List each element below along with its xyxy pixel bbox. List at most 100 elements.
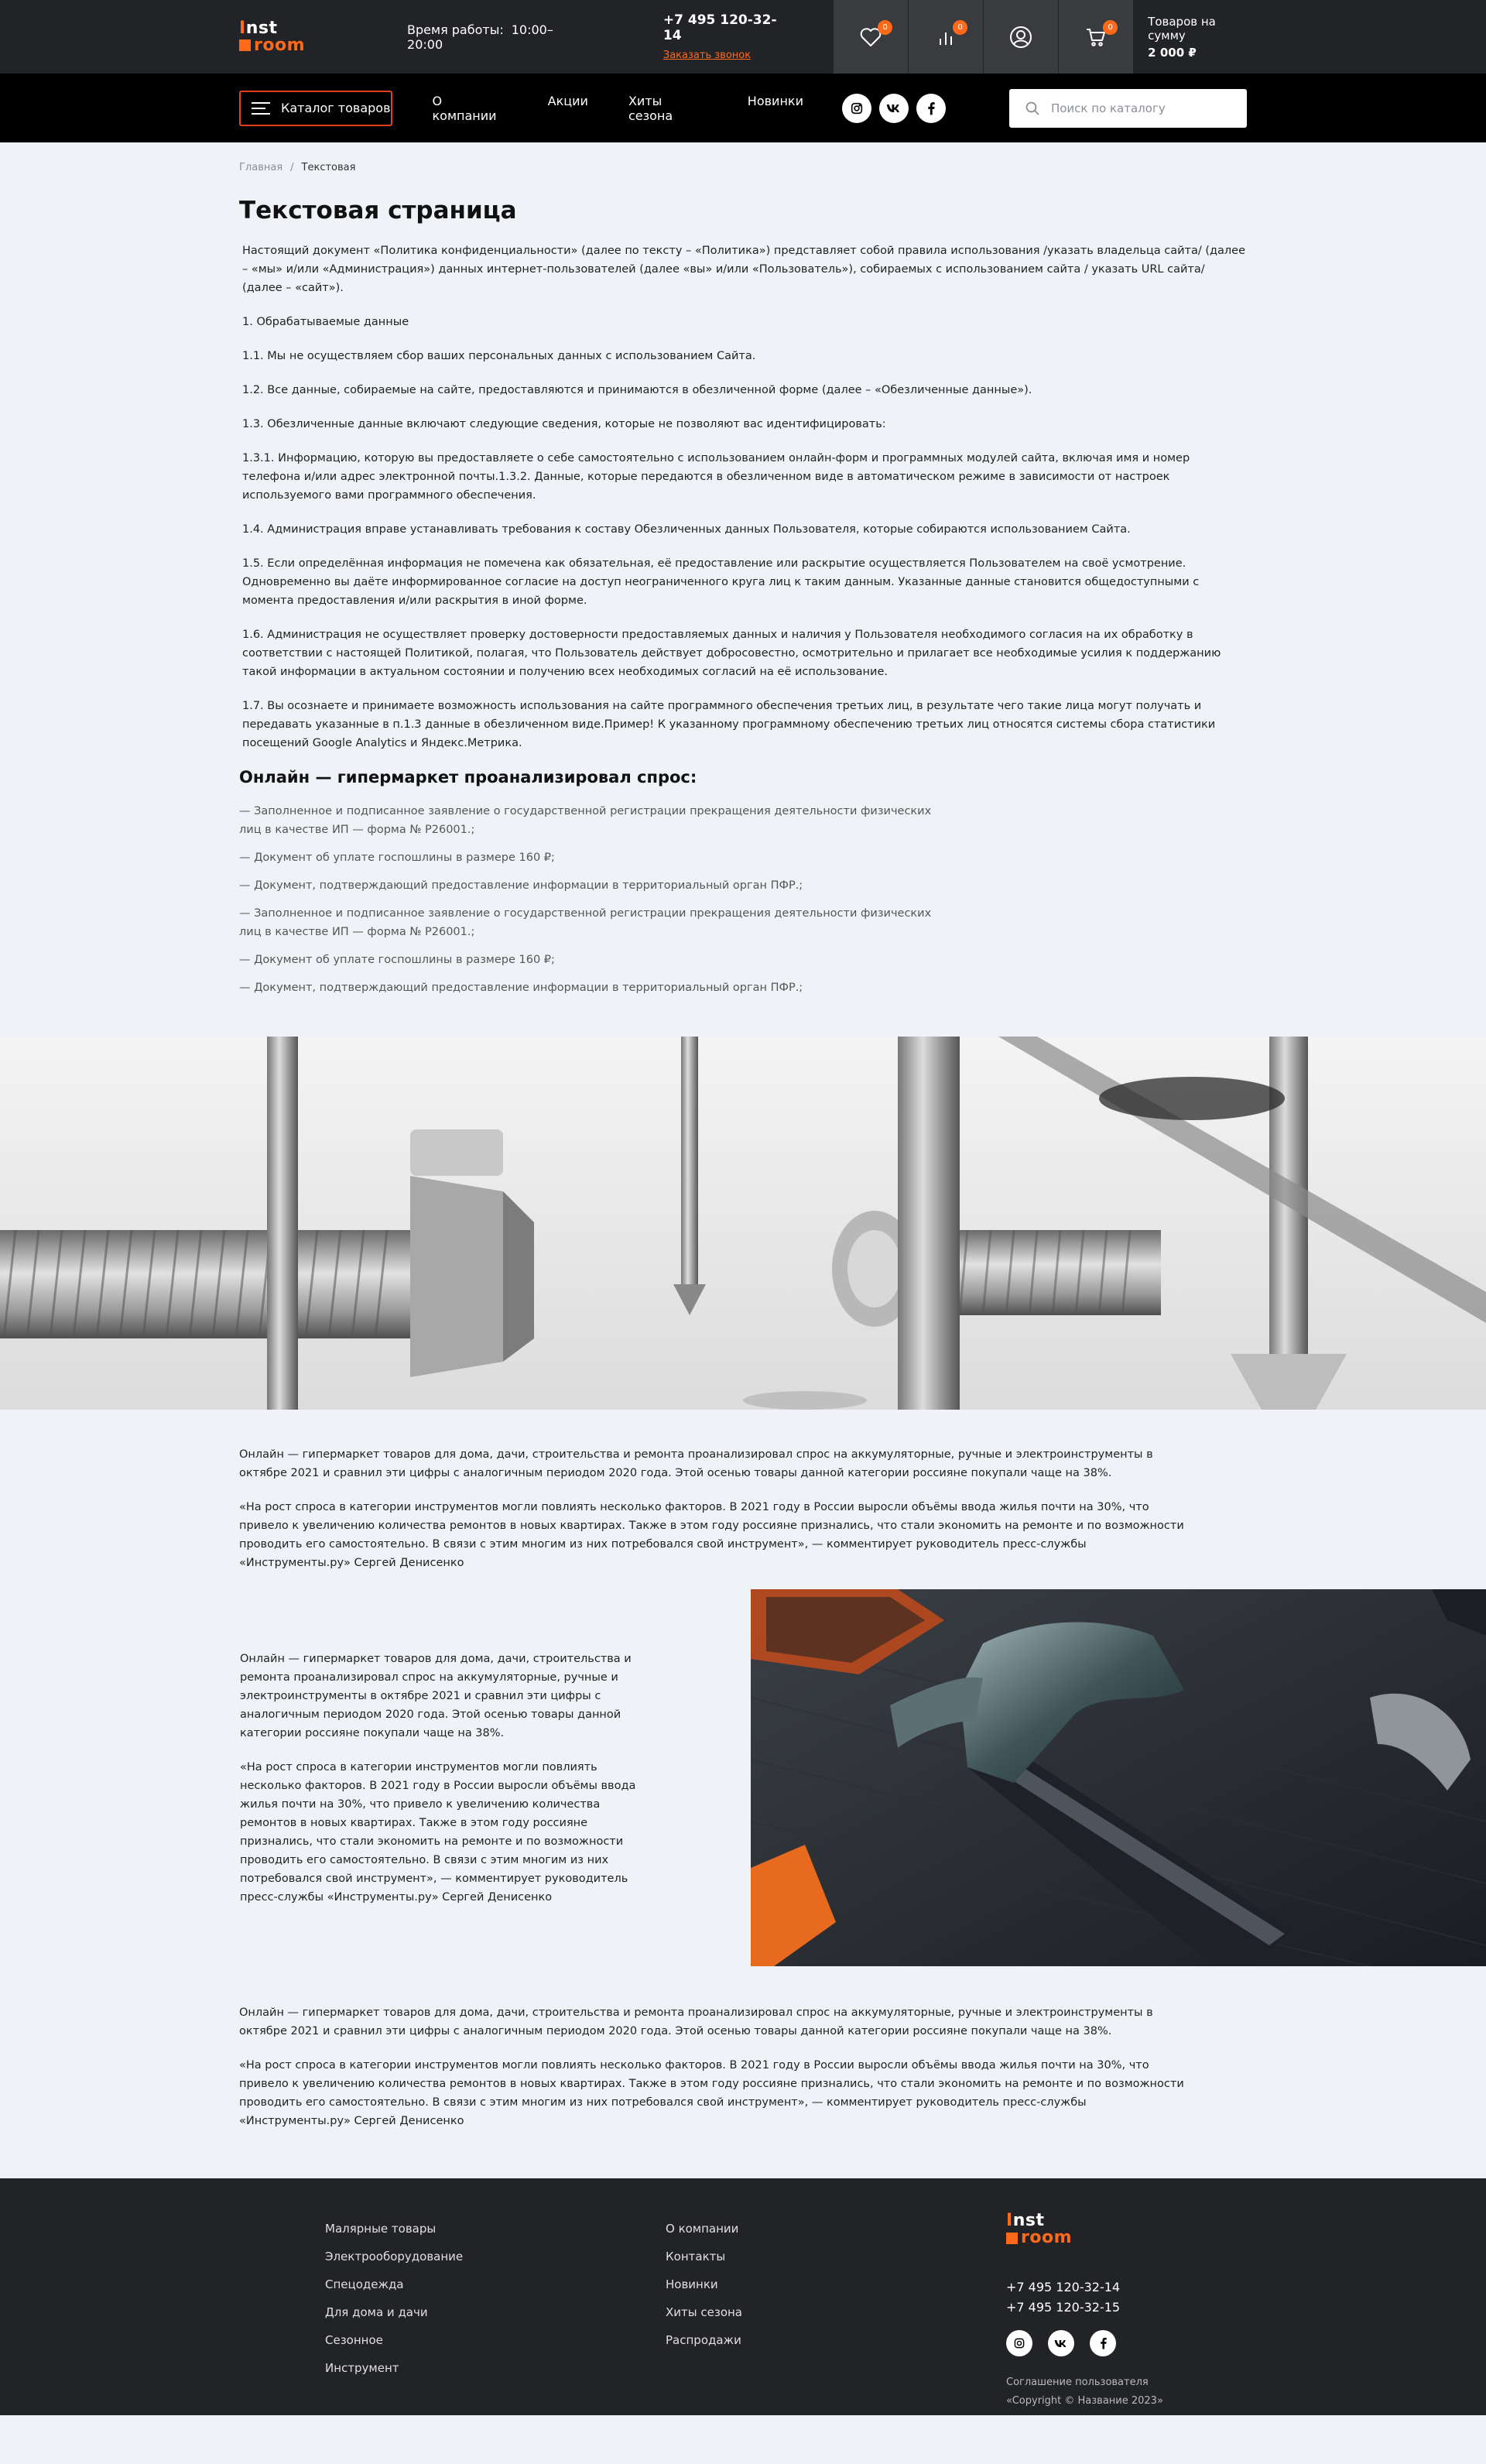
list-item: — Заполненное и подписанное заявление о … <box>239 805 932 836</box>
header-actions: 0 0 0 <box>834 0 1135 74</box>
header-phone[interactable]: +7 495 120-32-14 <box>663 12 782 43</box>
nav-link-hits[interactable]: Хиты сезона <box>628 94 707 123</box>
nav-link-new[interactable]: Новинки <box>748 94 803 123</box>
logo-text-bottom: room <box>254 35 306 55</box>
nav-socials <box>841 93 946 123</box>
list-item: — Документ об уплате госпошлины в размер… <box>239 954 555 966</box>
working-hours: Время работы: 10:00–20:00 <box>407 22 572 52</box>
logo-text-top: nst <box>245 18 278 38</box>
article-paragraph: 1.1. Мы не осуществляем сбор ваших персо… <box>242 350 756 362</box>
cart-summary-label: Товаров на сумму <box>1148 14 1216 43</box>
text-block-1: Онлайн — гипермаркет товаров для дома, д… <box>239 1410 1247 1572</box>
article-paragraph: 1.2. Все данные, собираемые на сайте, пр… <box>242 384 1032 396</box>
main-nav: Каталог товаров О компании Акции Хиты се… <box>0 74 1486 142</box>
breadcrumb-home[interactable]: Главная <box>239 162 282 173</box>
account-button[interactable] <box>984 0 1060 74</box>
facebook-icon[interactable] <box>916 93 946 123</box>
footer-link[interactable]: Хиты сезона <box>666 2305 742 2320</box>
footer-link[interactable]: Новинки <box>666 2277 742 2292</box>
footer-phone[interactable]: +7 495 120-32-14 <box>1006 2277 1163 2298</box>
footer-logo[interactable]: Inst room <box>1006 2212 1163 2246</box>
breadcrumb: Главная / Текстовая <box>239 142 1247 173</box>
breadcrumb-current: Текстовая <box>301 162 356 173</box>
text-paragraph: «На рост спроса в категории инструментов… <box>239 2059 1184 2127</box>
footer-legal: Соглашение пользователя «Copyright © Наз… <box>1006 2373 1163 2411</box>
article-paragraph: 1. Обрабатываемые данные <box>242 316 409 328</box>
logo[interactable]: Inst room <box>239 18 306 55</box>
list-item: — Документ, подтверждающий предоставлени… <box>239 879 803 892</box>
main-content: Главная / Текстовая Текстовая страница Нас… <box>0 142 1486 2178</box>
list-item: — Документ об уплате госпошлины в размер… <box>239 852 555 864</box>
catalog-button-label: Каталог товаров <box>281 101 391 115</box>
text-paragraph: Онлайн — гипермаркет товаров для дома, д… <box>239 2006 1153 2037</box>
footer-link[interactable]: Спецодежда <box>325 2277 463 2292</box>
footer-catalog-links: Малярные товары Электрооборудование Спец… <box>325 2222 463 2389</box>
phone-block: +7 495 120-32-14 Заказать звонок <box>663 12 782 61</box>
page-title: Текстовая страница <box>239 197 517 224</box>
cart-badge: 0 <box>1103 20 1118 35</box>
footer-link[interactable]: О компании <box>666 2222 742 2236</box>
split-text: Онлайн — гипермаркет товаров для дома, д… <box>240 1650 658 1922</box>
search-input[interactable] <box>1050 101 1237 115</box>
footer-phone[interactable]: +7 495 120-32-15 <box>1006 2298 1163 2318</box>
instagram-icon[interactable] <box>1006 2330 1032 2356</box>
vk-icon[interactable] <box>1048 2330 1074 2356</box>
text-paragraph: «На рост спроса в категории инструментов… <box>239 1501 1184 1569</box>
logo-mark: I <box>239 18 246 38</box>
article-paragraph: Настоящий документ «Политика конфиденциа… <box>242 245 1246 294</box>
footer-link[interactable]: Распродажи <box>666 2333 742 2348</box>
compare-badge: 0 <box>953 20 968 35</box>
search-icon <box>1025 101 1039 115</box>
breadcrumb-separator: / <box>290 162 294 173</box>
text-paragraph: Онлайн — гипермаркет товаров для дома, д… <box>239 1448 1153 1479</box>
search-box[interactable] <box>1008 88 1247 128</box>
catalog-button[interactable]: Каталог товаров <box>239 90 392 126</box>
article-paragraph: 1.4. Администрация вправе устанавливать … <box>242 523 1131 536</box>
nav-link-about[interactable]: О компании <box>433 94 508 123</box>
hammer-photo <box>751 1589 1486 1966</box>
logo-mark: I <box>1006 2211 1013 2230</box>
logo-text-top: nst <box>1012 2211 1045 2230</box>
bolts-screws-photo <box>0 1037 1486 1410</box>
nav-links: О компании Акции Хиты сезона Новинки <box>433 94 844 123</box>
footer-link[interactable]: Контакты <box>666 2250 742 2264</box>
text-block-2: Онлайн — гипермаркет товаров для дома, д… <box>239 1966 1247 2178</box>
copyright: «Copyright © Название 2023» <box>1006 2395 1163 2407</box>
article-paragraph: 1.5. Если определённая информация не пом… <box>242 557 1200 607</box>
section-title: Онлайн — гипермаркет проанализировал спр… <box>239 768 697 786</box>
footer: Малярные товары Электрооборудование Спец… <box>0 2178 1486 2415</box>
article: Настоящий документ «Политика конфиденциа… <box>239 242 1247 752</box>
cart-button[interactable]: 0 <box>1059 0 1135 74</box>
list-item: — Заполненное и подписанное заявление о … <box>239 907 932 938</box>
footer-link[interactable]: Инструмент <box>325 2361 463 2376</box>
callback-link[interactable]: Заказать звонок <box>663 50 782 61</box>
compare-button[interactable]: 0 <box>909 0 984 74</box>
article-paragraph: 1.3. Обезличенные данные включают следую… <box>242 418 886 430</box>
logo-text-bottom: room <box>1021 2228 1073 2247</box>
text-image-split: Онлайн — гипермаркет товаров для дома, д… <box>0 1589 1486 1966</box>
text-paragraph: Онлайн — гипермаркет товаров для дома, д… <box>240 1653 632 1739</box>
cart-summary[interactable]: Товаров на сумму 2 000 ₽ <box>1148 15 1247 60</box>
requirements-list: — Заполненное и подписанное заявление о … <box>239 802 936 997</box>
footer-link[interactable]: Для дома и дачи <box>325 2305 463 2320</box>
favorites-badge: 0 <box>878 20 893 35</box>
vk-icon[interactable] <box>878 93 909 123</box>
facebook-icon[interactable] <box>1090 2330 1116 2356</box>
article-paragraph: 1.6. Администрация не осуществляет прове… <box>242 629 1221 678</box>
footer-socials <box>1006 2330 1163 2356</box>
text-paragraph: «На рост спроса в категории инструментов… <box>240 1761 636 1904</box>
nav-link-promotions[interactable]: Акции <box>548 94 588 123</box>
user-icon <box>1010 26 1032 48</box>
list-item: — Документ, подтверждающий предоставлени… <box>239 982 803 994</box>
footer-info-links: О компании Контакты Новинки Хиты сезона … <box>666 2222 742 2361</box>
instagram-icon[interactable] <box>841 93 871 123</box>
footer-link[interactable]: Сезонное <box>325 2333 463 2348</box>
hours-label: Время работы: <box>407 22 504 37</box>
favorites-button[interactable]: 0 <box>834 0 909 74</box>
cart-summary-value: 2 000 ₽ <box>1148 45 1197 60</box>
footer-link[interactable]: Малярные товары <box>325 2222 463 2236</box>
footer-link[interactable]: Электрооборудование <box>325 2250 463 2264</box>
logo-square-icon <box>239 39 251 51</box>
footer-phones: +7 495 120-32-14 +7 495 120-32-15 <box>1006 2277 1163 2318</box>
user-agreement-link[interactable]: Соглашение пользователя <box>1006 2373 1163 2392</box>
